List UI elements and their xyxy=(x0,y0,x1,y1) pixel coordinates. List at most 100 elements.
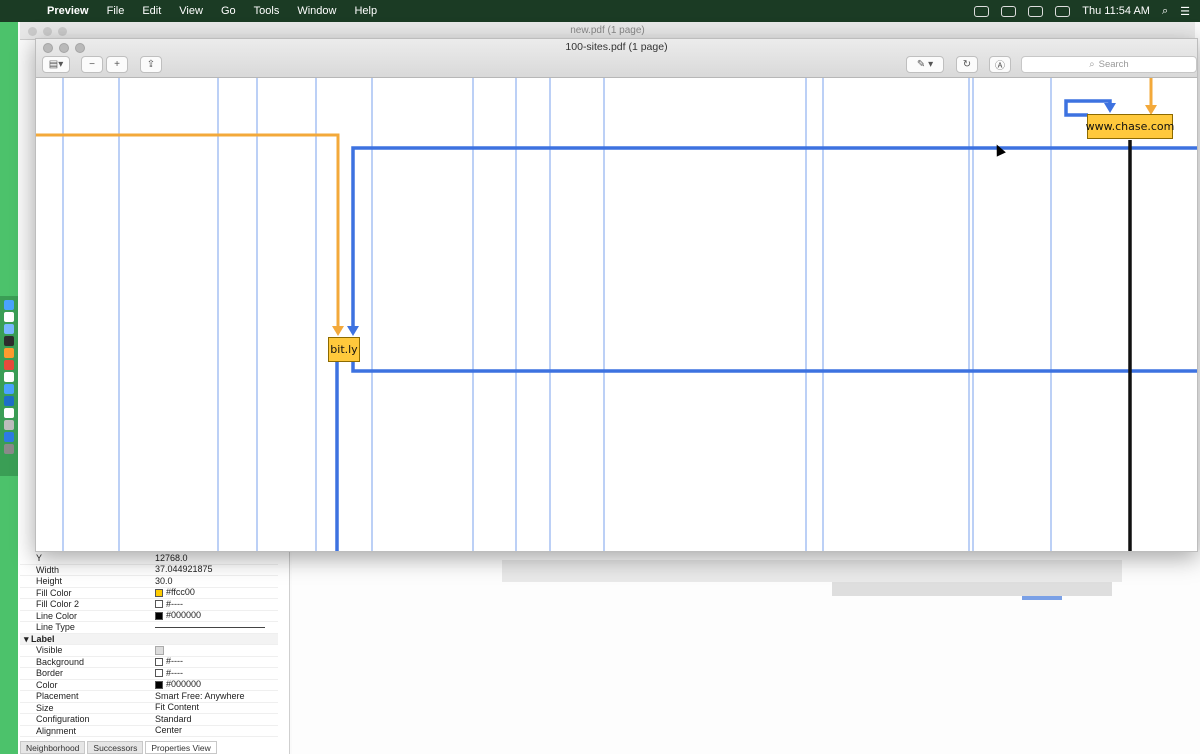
property-row[interactable]: Y 12768.0 xyxy=(20,553,278,565)
notification-center-icon[interactable]: ☰ xyxy=(1180,5,1190,18)
property-row[interactable]: Size Fit Content xyxy=(20,702,278,714)
window-title: new.pdf (1 page) xyxy=(570,25,645,36)
property-row[interactable]: Visible xyxy=(20,645,278,657)
markup-toolbar-button[interactable]: Ⓐ xyxy=(989,56,1011,73)
property-row[interactable]: Line Type xyxy=(20,622,278,634)
graph-node-chase[interactable]: www.chase.com xyxy=(1086,114,1174,139)
dock-app-icon[interactable] xyxy=(4,408,14,418)
zoom-in-button[interactable]: + xyxy=(106,56,128,73)
color-swatch[interactable] xyxy=(155,680,163,689)
property-value: Smart Free: Anywhere xyxy=(155,690,245,701)
screen-record-icon[interactable] xyxy=(974,5,990,17)
dock-app-icon[interactable] xyxy=(4,348,14,358)
dock-app-icon[interactable] xyxy=(4,420,14,430)
property-value: #000000 xyxy=(155,610,278,622)
pen-icon: ✎ ▾ xyxy=(916,59,934,70)
menu-edit[interactable]: Edit xyxy=(133,0,170,22)
property-value: #---- xyxy=(155,668,278,679)
property-key: Y xyxy=(36,553,43,563)
property-row[interactable]: Line Color #000000 xyxy=(20,610,278,622)
spotlight-icon[interactable]: ⌕ xyxy=(1162,5,1168,18)
property-value: #ffcc00 xyxy=(155,587,278,599)
tab-properties-view[interactable]: Properties View xyxy=(145,741,217,754)
property-row[interactable]: Border #---- xyxy=(20,668,278,680)
zoom-in-icon: + xyxy=(114,59,120,70)
rotate-icon: ↻ xyxy=(962,59,972,70)
property-row[interactable]: Width 37.044921875 xyxy=(20,564,278,576)
orange-edge xyxy=(36,133,340,332)
preview-window: 100-sites.pdf (1 page) ▤▾ − + ⇪ ✎ ▾ ↻ Ⓐ … xyxy=(35,38,1198,552)
blue-edge xyxy=(351,146,1197,332)
tab-successors[interactable]: Successors xyxy=(87,741,144,754)
property-value xyxy=(155,645,278,656)
menu-file[interactable]: File xyxy=(98,0,134,22)
clock[interactable]: Thu 11:54 AM xyxy=(1082,5,1150,17)
property-value xyxy=(155,622,278,633)
dock-app-icon[interactable] xyxy=(4,432,14,442)
property-value: #000000 xyxy=(155,679,278,691)
label-section-header[interactable]: ▾ Label xyxy=(20,633,278,645)
tab-neighborhood[interactable]: Neighborhood xyxy=(20,741,86,754)
menu-window[interactable]: Window xyxy=(288,0,345,22)
property-key: Placement xyxy=(36,691,79,701)
dock-app-icon[interactable] xyxy=(4,360,14,370)
dock-app-icon[interactable] xyxy=(4,396,14,406)
line-type-preview[interactable] xyxy=(155,626,265,628)
status-area: Thu 11:54 AM ⌕ ☰ xyxy=(974,5,1200,18)
color-swatch[interactable] xyxy=(155,588,163,597)
menu-view[interactable]: View xyxy=(170,0,212,22)
dock xyxy=(0,296,18,476)
search-icon: ⌕ xyxy=(1089,59,1095,70)
share-button[interactable]: ⇪ xyxy=(140,56,162,73)
menu-preview[interactable]: Preview xyxy=(38,0,98,22)
menu-help[interactable]: Help xyxy=(345,0,386,22)
pdf-page[interactable]: bit.ly www.chase.com xyxy=(36,78,1197,551)
property-value: 12768.0 xyxy=(155,552,188,563)
color-swatch[interactable] xyxy=(155,657,163,666)
sidebar-toggle-button[interactable]: ▤▾ xyxy=(42,56,70,73)
property-row[interactable]: Alignment Center xyxy=(20,725,278,737)
wifi-icon[interactable] xyxy=(1028,5,1044,17)
section-title: Label xyxy=(31,633,55,644)
property-row[interactable]: Configuration Standard xyxy=(20,714,278,726)
property-row[interactable]: Background #---- xyxy=(20,656,278,668)
visible-checkbox[interactable] xyxy=(155,645,164,655)
property-value: 30.0 xyxy=(155,575,173,586)
window-title: 100-sites.pdf (1 page) xyxy=(565,41,668,53)
property-row[interactable]: Color #000000 xyxy=(20,679,278,691)
dock-app-icon[interactable] xyxy=(4,312,14,322)
battery-icon[interactable] xyxy=(1055,5,1071,17)
zoom-out-button[interactable]: − xyxy=(81,56,103,73)
dock-app-icon[interactable] xyxy=(4,384,14,394)
property-value: Standard xyxy=(155,713,192,724)
graph-node-bitly[interactable]: bit.ly xyxy=(328,337,360,362)
markup-pen-button[interactable]: ✎ ▾ xyxy=(906,56,944,73)
graph-shadow xyxy=(832,582,1112,596)
property-key: Configuration xyxy=(36,714,90,724)
color-swatch[interactable] xyxy=(155,611,163,620)
menu-go[interactable]: Go xyxy=(212,0,245,22)
color-swatch[interactable] xyxy=(155,600,163,609)
property-key: Border xyxy=(36,668,64,678)
cup-icon[interactable] xyxy=(1001,5,1017,17)
dock-app-icon[interactable] xyxy=(4,300,14,310)
property-value: Fit Content xyxy=(155,702,200,712)
property-row[interactable]: Placement Smart Free: Anywhere xyxy=(20,691,278,703)
dock-app-icon[interactable] xyxy=(4,324,14,334)
blue-edge xyxy=(351,362,1197,373)
color-swatch[interactable] xyxy=(155,669,163,678)
property-key: Line Color xyxy=(36,610,78,621)
dock-app-icon[interactable] xyxy=(4,336,14,346)
property-row[interactable]: Height 30.0 xyxy=(20,576,278,588)
menu-tools[interactable]: Tools xyxy=(245,0,289,22)
property-row[interactable]: Fill Color 2 #---- xyxy=(20,599,278,611)
rotate-button[interactable]: ↻ xyxy=(956,56,978,73)
search-input[interactable]: ⌕ Search xyxy=(1021,56,1197,73)
dock-app-icon[interactable] xyxy=(4,372,14,382)
property-value: Center xyxy=(155,725,183,735)
property-key: Width xyxy=(36,564,60,575)
trash-icon[interactable] xyxy=(4,444,14,454)
graph-edge-fragment xyxy=(1022,596,1062,600)
disclosure-triangle-icon[interactable]: ▾ xyxy=(24,634,31,645)
property-row[interactable]: Fill Color #ffcc00 xyxy=(20,587,278,599)
